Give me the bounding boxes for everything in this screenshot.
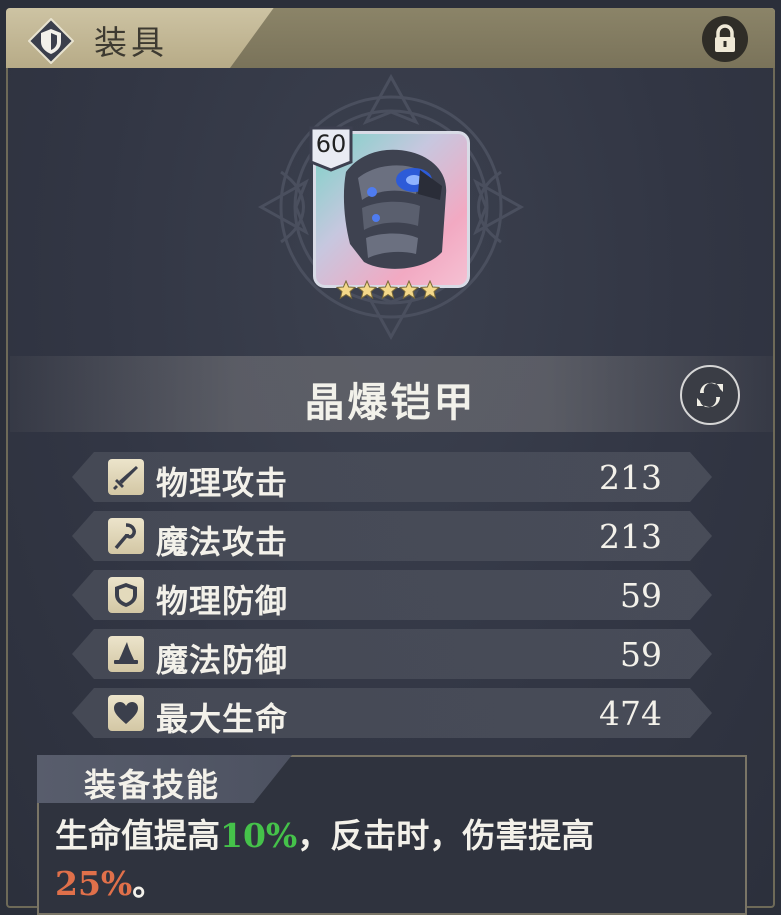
staff-icon <box>108 518 144 554</box>
star-icon <box>399 280 419 300</box>
shield-icon <box>108 577 144 613</box>
skill-desc-value-damage: 25% <box>55 864 133 903</box>
heart-icon <box>108 695 144 731</box>
skill-desc-text: 。 <box>132 864 166 903</box>
swap-icon <box>697 382 723 408</box>
swap-button[interactable] <box>680 365 740 425</box>
star-icon <box>357 280 377 300</box>
star-icon <box>420 280 440 300</box>
stat-value: 59 <box>620 635 662 674</box>
stat-row-physical-defense: 物理防御 59 <box>72 570 712 620</box>
stat-value: 213 <box>599 517 662 556</box>
stat-label: 最大生命 <box>156 700 289 738</box>
header-title: 装具 <box>94 23 168 62</box>
stat-row-magic-attack: 魔法攻击 213 <box>72 511 712 561</box>
level-text: 60 <box>315 130 347 158</box>
lock-icon <box>715 24 735 52</box>
lock-button[interactable] <box>702 16 748 62</box>
sword-icon <box>108 459 144 495</box>
skill-description: 生命值提高10%，反击时，伤害提高 25%。 <box>55 812 705 908</box>
skill-title: 装备技能 <box>84 766 221 804</box>
stat-value: 213 <box>599 458 662 497</box>
stat-label: 物理防御 <box>156 582 289 620</box>
stat-label: 魔法攻击 <box>156 523 289 561</box>
stat-value: 474 <box>599 694 662 733</box>
stat-row-max-hp: 最大生命 474 <box>72 688 712 738</box>
star-icon <box>336 280 356 300</box>
stat-value: 59 <box>620 576 662 615</box>
header-bar-dark <box>230 8 775 68</box>
skill-desc-text: 生命值提高 <box>55 816 220 855</box>
stat-label: 魔法防御 <box>156 641 289 679</box>
item-name: 晶爆铠甲 <box>304 379 477 426</box>
star-rating <box>336 280 440 300</box>
stat-label: 物理攻击 <box>156 464 289 502</box>
wizard-hat-icon <box>108 636 144 672</box>
star-icon <box>378 280 398 300</box>
stat-row-magic-defense: 魔法防御 59 <box>72 629 712 679</box>
skill-desc-value-hp: 10% <box>220 816 298 855</box>
skill-desc-text: ，反击时，伤害提高 <box>297 816 595 855</box>
shield-icon <box>28 18 74 64</box>
stat-row-physical-attack: 物理攻击 213 <box>72 452 712 502</box>
